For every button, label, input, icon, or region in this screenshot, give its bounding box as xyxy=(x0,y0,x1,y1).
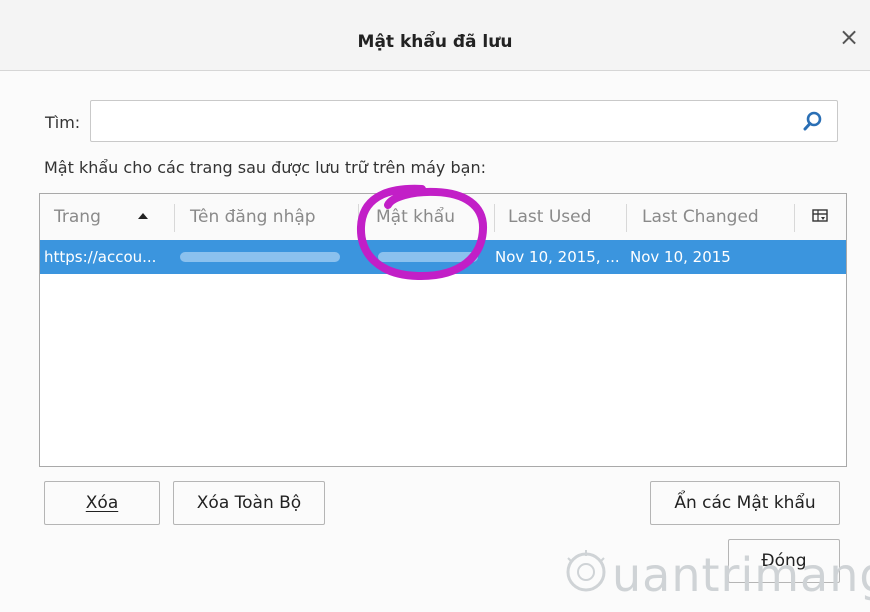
saved-passwords-table[interactable]: Trang Tên đăng nhập Mật khẩu Last Used L… xyxy=(39,193,847,467)
remove-button[interactable]: Xóa xyxy=(44,481,160,525)
column-header-site[interactable]: Trang xyxy=(40,194,174,240)
search-input[interactable] xyxy=(90,100,838,142)
table-header: Trang Tên đăng nhập Mật khẩu Last Used L… xyxy=(40,194,846,241)
remove-button-label: Xóa xyxy=(85,493,119,513)
column-picker-icon[interactable] xyxy=(812,208,828,224)
column-divider xyxy=(358,204,359,232)
column-header-last-changed[interactable]: Last Changed xyxy=(628,194,788,240)
column-divider xyxy=(794,204,795,232)
column-header-password[interactable]: Mật khẩu xyxy=(362,194,492,240)
column-header-last-used[interactable]: Last Used xyxy=(494,194,624,240)
close-button[interactable]: Đóng xyxy=(728,539,840,583)
title-bar: Mật khẩu đã lưu × xyxy=(0,0,870,71)
search-label: Tìm: xyxy=(45,113,81,132)
cell-site: https://accou... xyxy=(44,248,157,266)
close-button-label: Đóng xyxy=(761,551,807,571)
column-divider xyxy=(626,204,627,232)
table-row[interactable]: https://accou... Nov 10, 2015, ... Nov 1… xyxy=(40,240,846,274)
redacted-username xyxy=(180,252,340,262)
remove-all-button-label: Xóa Toàn Bộ xyxy=(196,493,302,513)
hide-passwords-button[interactable]: Ẩn các Mật khẩu xyxy=(650,481,840,525)
cell-last-changed: Nov 10, 2015 xyxy=(630,248,731,266)
column-header-username[interactable]: Tên đăng nhập xyxy=(176,194,356,240)
search-icon[interactable] xyxy=(801,109,825,133)
redacted-password xyxy=(378,252,478,262)
remove-all-button[interactable]: Xóa Toàn Bộ xyxy=(173,481,325,525)
window-title: Mật khẩu đã lưu xyxy=(357,32,513,52)
close-icon[interactable]: × xyxy=(834,22,864,52)
description-text: Mật khẩu cho các trang sau được lưu trữ … xyxy=(44,158,486,177)
sort-ascending-icon xyxy=(138,213,148,219)
hide-passwords-button-label: Ẩn các Mật khẩu xyxy=(674,493,816,513)
cell-last-used: Nov 10, 2015, ... xyxy=(495,248,620,266)
column-divider xyxy=(174,204,175,232)
